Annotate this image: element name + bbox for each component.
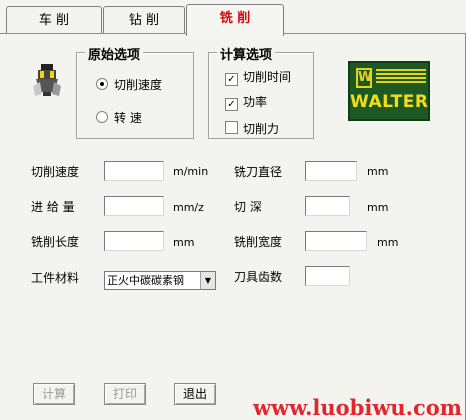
depth-input[interactable] [305, 196, 350, 216]
cutter-diameter-unit: mm [367, 165, 389, 178]
tab-drilling[interactable]: 钻 削 [103, 6, 185, 33]
feed-input[interactable] [104, 196, 164, 216]
exit-button[interactable]: 退出 [174, 383, 216, 405]
calculate-button[interactable]: 计算 [33, 383, 75, 405]
cutting-speed-input[interactable] [104, 161, 164, 181]
checkbox-unchecked-icon [225, 121, 238, 134]
cutting-speed-unit: m/min [173, 165, 209, 178]
print-button[interactable]: 打印 [104, 383, 146, 405]
cutter-diameter-label: 铣刀直径 [234, 165, 283, 179]
tab-milling[interactable]: 铣 削 [186, 4, 284, 36]
tab-turning[interactable]: 车 削 [6, 6, 102, 33]
depth-label: 切 深 [234, 200, 262, 214]
check-cutting-time[interactable]: ✓ 切削时间 [225, 68, 291, 86]
check-cutting-force[interactable]: 切削力 [225, 120, 279, 137]
dropdown-arrow-icon[interactable]: ▼ [200, 272, 215, 289]
milling-length-input[interactable] [104, 231, 164, 251]
checkbox-checked-icon: ✓ [225, 98, 238, 111]
check-power[interactable]: ✓ 功率 [225, 93, 267, 111]
cutter-diameter-input[interactable] [305, 161, 357, 181]
tool-teeth-label: 刀具齿数 [234, 270, 283, 284]
milling-length-label: 铣削长度 [31, 235, 80, 249]
material-selected-value: 正火中碳碳素钢 [107, 274, 184, 287]
walter-logo: W WALTER [348, 61, 430, 121]
calc-options-title: 计算选项 [217, 44, 276, 63]
cutting-speed-label: 切削速度 [31, 165, 80, 179]
calc-options-group: 计算选项 ✓ 切削时间 ✓ 功率 切削力 [208, 44, 314, 139]
milling-length-unit: mm [173, 236, 195, 249]
original-options-group: 原始选项 切削速度 转 速 [76, 44, 194, 139]
checkbox-checked-icon: ✓ [225, 73, 238, 86]
workpiece-material-select[interactable]: 正火中碳碳素钢 ▼ [104, 271, 216, 290]
feed-unit: mm/z [173, 201, 204, 214]
radio-cutting-speed[interactable]: 切削速度 [96, 76, 162, 93]
radio-unselected-icon [96, 111, 108, 123]
milling-calculator-window: 车 削 钻 削 铣 削 原始选项 切削速度 转 速 计算选项 ✓ 切削时间 ✓ 功率 [0, 0, 466, 420]
site-watermark: www.luobiwu.com [252, 395, 462, 420]
depth-unit: mm [367, 201, 389, 214]
radio-selected-icon [96, 78, 108, 90]
tool-teeth-input[interactable] [305, 266, 350, 286]
radio-spindle-speed[interactable]: 转 速 [96, 109, 142, 126]
milling-width-unit: mm [377, 236, 399, 249]
feed-label: 进 给 量 [31, 200, 75, 214]
original-options-title: 原始选项 [85, 44, 144, 63]
logo-stripes [376, 69, 426, 87]
milling-width-label: 铣削宽度 [234, 235, 283, 249]
workpiece-material-label: 工件材料 [31, 271, 80, 285]
milling-width-input[interactable] [305, 231, 367, 251]
logo-w-mark: W [356, 68, 372, 88]
logo-text: WALTER [350, 92, 429, 112]
milling-tool-icon [33, 64, 61, 96]
